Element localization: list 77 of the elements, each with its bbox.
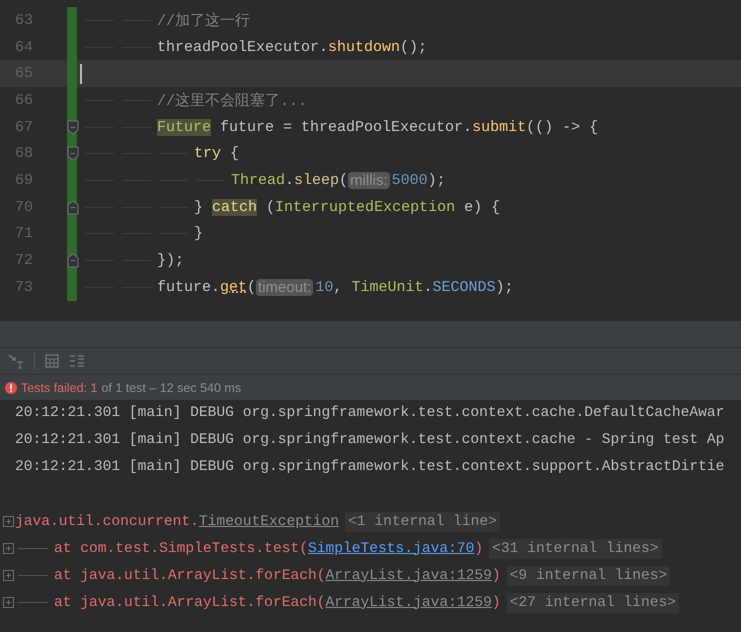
log-line: 20:12:21.301 [main] DEBUG org.springframework.test.context.cache.DefaultCacheAwar [14, 404, 726, 423]
log-line: 20:12:21.301 [main] DEBUG org.springframework.test.context.support.AbstractDirtie [14, 458, 726, 477]
folded-lines[interactable]: <27 internal lines> [506, 592, 680, 612]
source-link[interactable]: ArrayList.java:1259 [326, 568, 492, 584]
source-link[interactable]: ArrayList.java:1259 [326, 594, 492, 610]
line-number: 72 [14, 252, 33, 270]
trace-text: at java.util.ArrayList.forEach( [54, 568, 326, 584]
expand-icon [3, 570, 14, 581]
fold-icon[interactable] [67, 253, 79, 268]
parameter-hint: millis: [348, 172, 390, 189]
line-number: 67 [14, 118, 33, 136]
code-token: ); [495, 278, 514, 296]
expand-icon [3, 516, 14, 527]
code-token: { [229, 145, 240, 162]
code-token: threadPoolExecutor. [157, 38, 328, 56]
code-token: Future [157, 118, 212, 136]
trace-text: java.util.concurrent. [15, 514, 199, 530]
log-line: 20:12:21.301 [main] DEBUG org.springframework.test.context.cache - Spring test Ap [14, 431, 726, 450]
code-token: catch [212, 198, 258, 216]
line-number: 64 [14, 38, 33, 56]
fold-icon[interactable] [67, 120, 79, 135]
code-token: (() -> { [526, 118, 598, 136]
trace-text: at java.util.ArrayList.forEach( [54, 594, 326, 610]
code-token: InterruptedException [275, 198, 456, 216]
trace-text: ) [492, 594, 501, 610]
table-icon[interactable] [45, 354, 59, 368]
code-token: future = threadPoolExecutor. [219, 118, 472, 136]
line-number: 71 [14, 225, 33, 242]
source-link[interactable]: TimeoutException [198, 514, 340, 530]
code-token: } [194, 225, 204, 242]
code-token: get [220, 278, 248, 296]
code-token: 10 [315, 278, 334, 296]
code-token: ( [265, 198, 276, 216]
line-number: 73 [14, 278, 33, 296]
parameter-hint: timeout: [256, 278, 314, 296]
folded-lines[interactable]: <9 internal lines> [506, 566, 670, 586]
expand-icon [3, 597, 14, 608]
folded-lines[interactable]: <31 internal lines> [489, 538, 662, 558]
code-token: //这里不会阻塞了... [157, 91, 308, 110]
code-token: . [285, 172, 294, 189]
code-token: //加了这一行 [157, 12, 250, 30]
code-token: submit [472, 118, 526, 136]
code-token: 5000 [392, 172, 428, 189]
error-icon [5, 382, 17, 394]
expand-icon [3, 543, 14, 554]
trace-text: at com.test.SimpleTests.test( [54, 540, 308, 556]
fold-icon[interactable] [67, 146, 79, 162]
line-number: 69 [14, 172, 33, 189]
code-token: TimeUnit [351, 278, 424, 296]
code-token: e) { [463, 198, 500, 216]
trace-text: ) [474, 540, 484, 556]
code-token: sleep [294, 172, 340, 189]
code-token: Thread [231, 172, 286, 189]
code-token: (); [400, 38, 428, 56]
line-number: 70 [14, 198, 33, 216]
source-link[interactable]: SimpleTests.java:70 [308, 540, 474, 556]
code-token: try [194, 145, 222, 162]
trace-text: ) [492, 568, 501, 584]
code-token: ( [247, 278, 256, 296]
code-token: ); [428, 172, 446, 189]
text-caret [80, 64, 82, 84]
code-token: ( [339, 172, 348, 189]
code-token: SECONDS [432, 278, 496, 296]
code-token: . [423, 278, 432, 296]
code-token: shutdown [328, 38, 400, 56]
list-icon[interactable] [69, 354, 85, 368]
line-number: 68 [14, 145, 33, 162]
line-number: 66 [14, 92, 33, 109]
status-label: Tests failed: 1 [21, 380, 98, 394]
code-token: future. [157, 278, 220, 296]
folded-lines[interactable]: <1 internal line> [345, 512, 500, 532]
code-token: } [194, 198, 204, 216]
import-icon[interactable] [8, 353, 24, 369]
line-number: 63 [14, 12, 33, 29]
code-token: }); [157, 252, 184, 270]
code-token: , [333, 278, 344, 296]
status-summary: of 1 test – 12 sec 540 ms [101, 380, 242, 394]
